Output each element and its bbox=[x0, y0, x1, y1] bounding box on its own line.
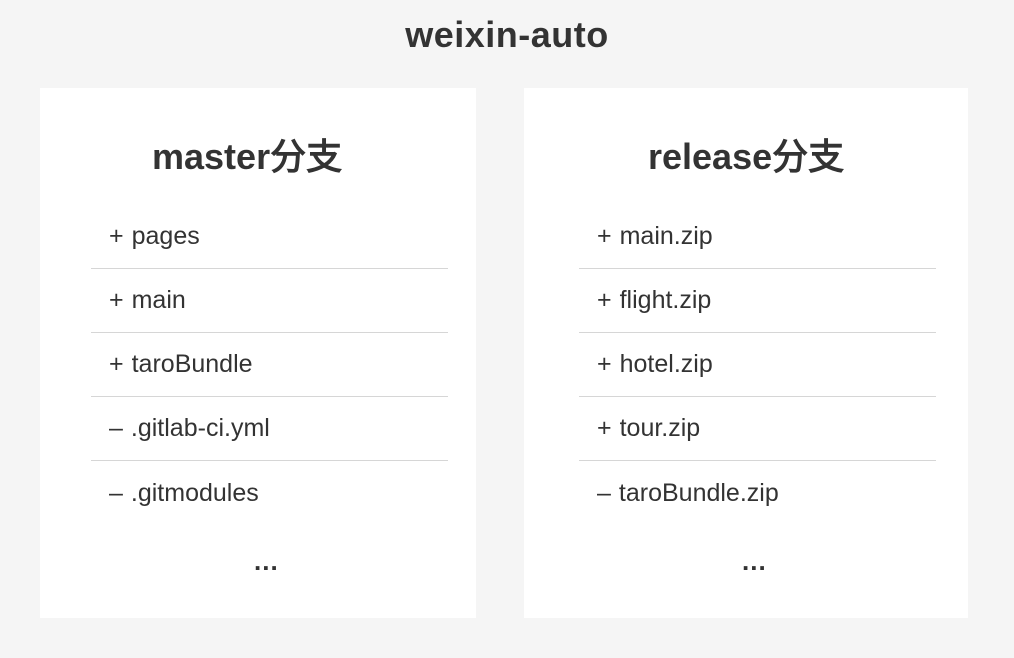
file-marker: – bbox=[109, 414, 123, 442]
file-marker: + bbox=[597, 286, 612, 314]
file-name: .gitlab-ci.yml bbox=[130, 414, 270, 442]
file-name: taroBundle.zip bbox=[618, 478, 779, 507]
file-list: + main.zip + flight.zip + hotel.zip + to… bbox=[579, 204, 936, 525]
list-item: + tour.zip bbox=[579, 397, 936, 461]
list-item: + hotel.zip bbox=[579, 333, 936, 397]
more-ellipsis: ... bbox=[742, 546, 767, 576]
file-marker: + bbox=[109, 286, 124, 314]
file-marker: + bbox=[109, 221, 124, 250]
file-name: main bbox=[131, 286, 186, 314]
more-ellipsis: ... bbox=[254, 546, 279, 576]
list-item: + main.zip bbox=[579, 204, 936, 269]
file-marker: + bbox=[597, 414, 612, 442]
file-list: + pages + main + taroBundle – .gitlab-ci… bbox=[91, 204, 448, 525]
list-item: + main bbox=[91, 269, 448, 333]
file-marker: + bbox=[597, 350, 612, 378]
page-title: weixin-auto bbox=[405, 14, 609, 55]
file-name: main.zip bbox=[619, 221, 713, 250]
panel-title: release分支 bbox=[648, 136, 845, 177]
file-marker: + bbox=[109, 350, 124, 378]
file-name: tour.zip bbox=[619, 414, 701, 442]
file-name: hotel.zip bbox=[619, 350, 713, 378]
list-item: – .gitlab-ci.yml bbox=[91, 397, 448, 461]
file-name: taroBundle bbox=[131, 350, 253, 378]
list-item: + taroBundle bbox=[91, 333, 448, 397]
file-marker: – bbox=[109, 478, 123, 507]
file-name: .gitmodules bbox=[130, 478, 259, 507]
file-name: flight.zip bbox=[619, 286, 712, 314]
master-branch-panel: master分支 + pages + main + taroBundle – .… bbox=[40, 88, 476, 618]
release-branch-panel: release分支 + main.zip + flight.zip + hote… bbox=[524, 88, 968, 618]
file-marker: – bbox=[597, 478, 611, 507]
file-marker: + bbox=[597, 221, 612, 250]
file-name: pages bbox=[131, 221, 200, 250]
list-item: + pages bbox=[91, 204, 448, 269]
list-item: + flight.zip bbox=[579, 269, 936, 333]
list-item: – taroBundle.zip bbox=[579, 461, 936, 525]
panel-title: master分支 bbox=[152, 136, 343, 177]
list-item: – .gitmodules bbox=[91, 461, 448, 525]
